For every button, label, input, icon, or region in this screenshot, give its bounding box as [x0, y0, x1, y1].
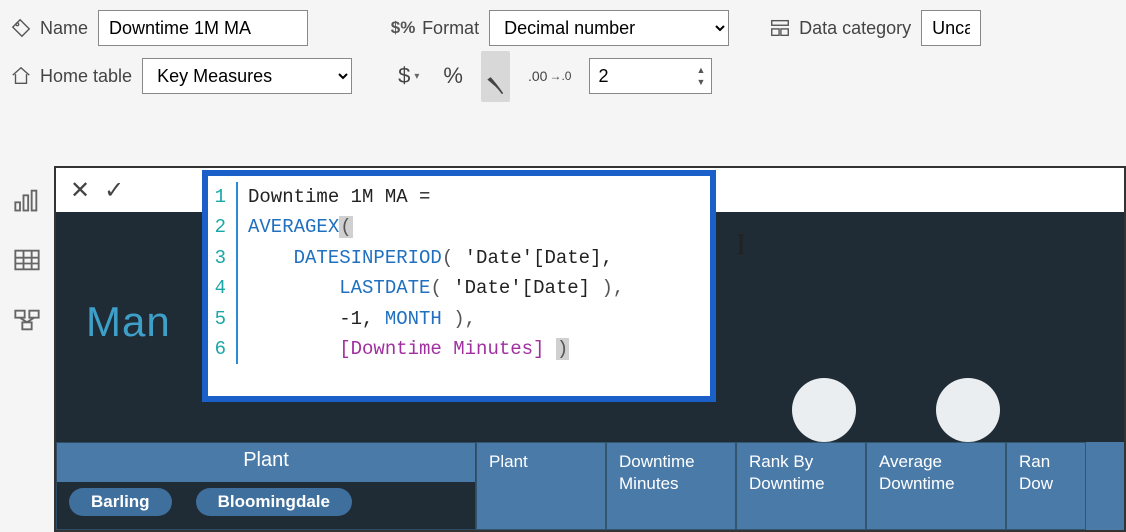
line-number: 1: [212, 182, 238, 212]
table-header-cell[interactable]: Downtime Minutes: [606, 442, 736, 530]
data-category-label-text: Data category: [799, 18, 911, 39]
table-visual[interactable]: PlantDowntime MinutesRank By DowntimeAve…: [476, 442, 1124, 530]
report-canvas: ✕ ✓ 1Downtime 1M MA = 2AVERAGEX(3 DATESI…: [54, 166, 1126, 532]
code-line[interactable]: 3 DATESINPERIOD( 'Date'[Date],: [212, 243, 706, 273]
bottom-visuals: Plant BarlingBloomingdale PlantDowntime …: [56, 442, 1124, 530]
code-line[interactable]: 6 [Downtime Minutes] ): [212, 334, 706, 364]
kpi-card: [792, 378, 856, 442]
format-select[interactable]: Decimal number: [489, 10, 729, 46]
home-table-label-text: Home table: [40, 66, 132, 87]
spinner-down-icon[interactable]: ▼: [696, 77, 705, 87]
line-number: 4: [212, 273, 238, 303]
ribbon-group-properties: Data category Properties: [769, 8, 981, 155]
ribbon: Name Home table Key Measures Structure $: [0, 0, 1126, 155]
line-number: 5: [212, 304, 238, 334]
slicer-button[interactable]: Bloomingdale: [196, 488, 352, 516]
name-input[interactable]: [98, 10, 308, 46]
thousands-separator-button[interactable]: ৲: [481, 51, 510, 102]
report-title: Man: [86, 298, 171, 346]
ribbon-group-formatting: $% Format Decimal number $▾ % ৲ .00→.0: [392, 8, 729, 155]
dax-editor[interactable]: 1Downtime 1M MA = 2AVERAGEX(3 DATESINPER…: [202, 170, 716, 402]
table-header-cell[interactable]: Average Downtime: [866, 442, 1006, 530]
name-label: Name: [10, 17, 88, 39]
format-label-text: Format: [422, 18, 479, 39]
slicer-button[interactable]: Barling: [69, 488, 172, 516]
home-table-select[interactable]: Key Measures: [142, 58, 352, 94]
percent-button[interactable]: %: [437, 61, 469, 91]
data-view-icon[interactable]: [13, 248, 41, 272]
kpi-card: [936, 378, 1000, 442]
data-category-label: Data category: [769, 17, 911, 39]
ribbon-group-structure: Name Home table Key Measures Structure: [10, 8, 352, 155]
decimal-places-spinner[interactable]: ▲ ▼: [589, 58, 712, 94]
plant-slicer[interactable]: Plant Barling Bloomingdale: [56, 442, 476, 530]
name-label-text: Name: [40, 18, 88, 39]
data-category-select[interactable]: [921, 10, 981, 46]
line-number: 2: [212, 212, 238, 242]
currency-button[interactable]: $▾: [392, 61, 425, 91]
decimal-places-button[interactable]: .00→.0: [522, 67, 577, 85]
code-line[interactable]: 2AVERAGEX(: [212, 212, 706, 242]
format-label: $% Format: [392, 17, 479, 39]
decimal-places-input[interactable]: [590, 62, 690, 91]
code-line[interactable]: 4 LASTDATE( 'Date'[Date] ),: [212, 273, 706, 303]
formula-cancel-button[interactable]: ✕: [70, 176, 90, 205]
slicer-header: Plant: [57, 443, 475, 482]
format-icon: $%: [392, 17, 414, 39]
text-cursor-icon: I: [736, 228, 746, 262]
table-header-cell[interactable]: Plant: [476, 442, 606, 530]
line-number: 3: [212, 243, 238, 273]
category-icon: [769, 17, 791, 39]
line-number: 6: [212, 334, 238, 364]
home-icon: [10, 65, 32, 87]
home-table-label: Home table: [10, 65, 132, 87]
report-view-icon[interactable]: [13, 188, 41, 212]
table-header-cell[interactable]: Ran Dow: [1006, 442, 1086, 530]
code-line[interactable]: 5 -1, MONTH ),: [212, 304, 706, 334]
formula-commit-button[interactable]: ✓: [104, 176, 124, 205]
model-view-icon[interactable]: [13, 308, 41, 332]
table-header-cell[interactable]: Rank By Downtime: [736, 442, 866, 530]
code-line[interactable]: 1Downtime 1M MA =: [212, 182, 706, 212]
tag-icon: [10, 17, 32, 39]
view-switcher: [0, 170, 54, 332]
spinner-up-icon[interactable]: ▲: [696, 65, 705, 75]
